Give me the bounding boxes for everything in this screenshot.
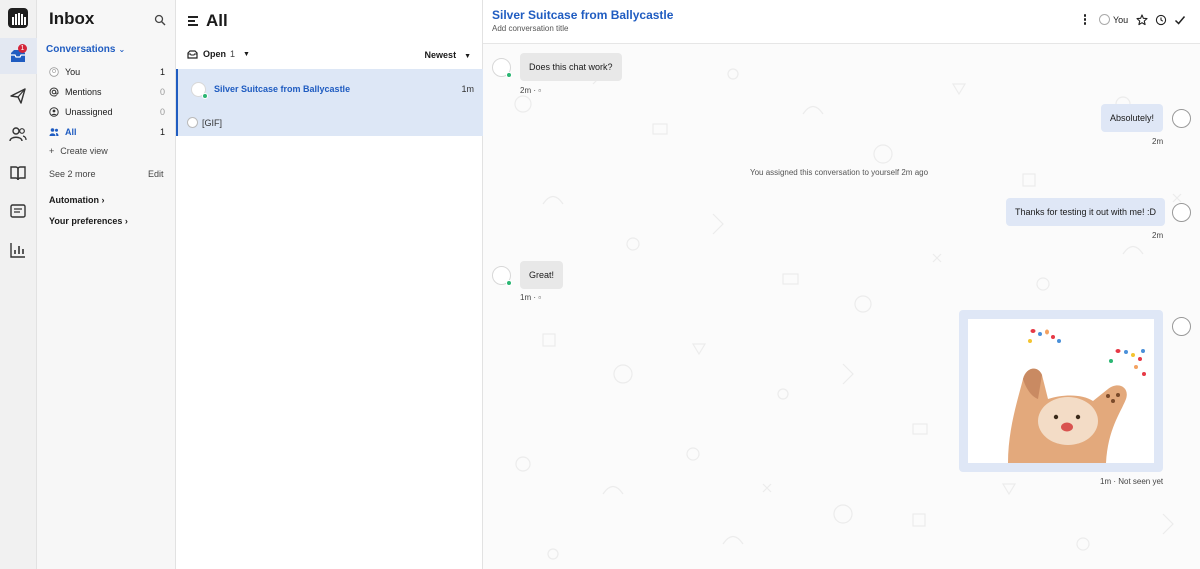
knowledge-icon[interactable] bbox=[9, 164, 27, 182]
conversations-section[interactable]: Conversations ⌄ bbox=[46, 44, 125, 55]
message-bubble: Great! bbox=[520, 261, 564, 289]
message-meta: 2m bbox=[1152, 231, 1164, 240]
avatar bbox=[1172, 203, 1191, 222]
inbox-nav: Inbox Conversations ⌄ You 1 Mentions 0 Un… bbox=[37, 0, 176, 569]
inbox-badge: 1 bbox=[18, 44, 27, 53]
check-icon[interactable] bbox=[1174, 14, 1186, 26]
nav-item-label: Mentions bbox=[65, 87, 102, 97]
nav-item-all[interactable]: All 1 bbox=[49, 124, 165, 140]
nav-item-label: You bbox=[65, 67, 81, 77]
message-bubble: Absolutely! bbox=[1101, 104, 1164, 132]
snooze-icon[interactable] bbox=[1155, 14, 1167, 26]
inbox-tray-icon bbox=[187, 49, 198, 59]
message-meta: 2m · ▫ bbox=[520, 86, 542, 95]
nav-item-unassigned[interactable]: Unassigned 0 bbox=[49, 104, 165, 120]
chevron-right-icon: › bbox=[124, 216, 128, 226]
avatar bbox=[1172, 317, 1191, 336]
conversation-title: Silver Suitcase from Ballycastle bbox=[492, 8, 674, 22]
menu-icon[interactable] bbox=[188, 16, 198, 26]
nav-item-you[interactable]: You 1 bbox=[49, 64, 165, 80]
seen-icon: ▫ bbox=[538, 86, 542, 95]
see-more-button[interactable]: See 2 more bbox=[49, 169, 96, 179]
cat-illustration bbox=[1008, 329, 1146, 463]
reports-icon[interactable] bbox=[9, 202, 27, 220]
caret-down-icon: ▼ bbox=[243, 50, 250, 58]
background-pattern bbox=[514, 63, 1182, 560]
avatar bbox=[1172, 109, 1191, 128]
automation-link[interactable]: Automation › bbox=[49, 195, 105, 205]
gif-message[interactable] bbox=[959, 310, 1163, 472]
assignee-button[interactable]: You bbox=[1099, 14, 1128, 25]
preferences-link[interactable]: Your preferences › bbox=[49, 216, 128, 226]
chevron-down-icon: ⌄ bbox=[118, 45, 126, 54]
plus-icon: + bbox=[49, 146, 55, 156]
conversation-time: 1m bbox=[461, 84, 474, 94]
nav-item-mentions[interactable]: Mentions 0 bbox=[49, 84, 165, 100]
contacts-icon[interactable] bbox=[9, 125, 27, 143]
star-icon[interactable] bbox=[1136, 14, 1148, 26]
online-indicator bbox=[202, 93, 208, 99]
system-event: You assigned this conversation to yourse… bbox=[750, 168, 929, 177]
nav-item-count: 0 bbox=[159, 87, 165, 97]
unassigned-icon bbox=[49, 107, 59, 117]
chevron-right-icon: › bbox=[101, 195, 105, 205]
team-icon bbox=[49, 128, 59, 136]
avatar-icon bbox=[49, 67, 59, 77]
status-filter[interactable]: Open 1 ▼ bbox=[187, 49, 250, 59]
nav-item-count: 1 bbox=[159, 127, 165, 137]
avatar bbox=[1099, 14, 1110, 25]
online-indicator bbox=[506, 280, 512, 286]
more-icon[interactable] bbox=[1082, 14, 1088, 28]
caret-down-icon: ▼ bbox=[464, 53, 471, 60]
message-meta: 1m · Not seen yet bbox=[1100, 477, 1164, 486]
conversation-list: All Open 1 ▼ Newest ▼ Silver Suitcase fro… bbox=[176, 0, 483, 569]
online-indicator bbox=[506, 72, 512, 78]
message-meta: 2m bbox=[1152, 137, 1164, 146]
message-bubble: Thanks for testing it out with me! :D bbox=[1006, 198, 1166, 226]
nav-item-label: Unassigned bbox=[65, 107, 113, 117]
nav-item-label: All bbox=[65, 127, 77, 137]
avatar bbox=[492, 266, 512, 286]
sort-dropdown[interactable]: Newest ▼ bbox=[425, 50, 471, 60]
message-bubble: Does this chat work? bbox=[520, 53, 622, 81]
outbound-icon[interactable] bbox=[9, 87, 27, 105]
conversation-preview: [GIF] bbox=[202, 118, 222, 128]
conversation-name: Silver Suitcase from Ballycastle bbox=[214, 84, 351, 94]
nav-item-count: 1 bbox=[159, 67, 165, 77]
conversation-panel: Silver Suitcase from Ballycastle Add con… bbox=[483, 0, 1200, 569]
list-title: All bbox=[206, 11, 228, 30]
avatar bbox=[492, 58, 512, 78]
message-meta: 1m · ▫ bbox=[520, 293, 542, 302]
logo-icon[interactable] bbox=[8, 8, 28, 28]
icon-rail: 1 bbox=[0, 0, 37, 569]
edit-button[interactable]: Edit bbox=[148, 169, 164, 179]
mention-icon bbox=[49, 87, 59, 97]
chart-icon[interactable] bbox=[9, 241, 27, 259]
add-title-link[interactable]: Add conversation title bbox=[492, 24, 569, 33]
nav-title: Inbox bbox=[49, 9, 95, 28]
gif-image[interactable] bbox=[968, 319, 1154, 463]
avatar bbox=[187, 117, 198, 128]
conversation-header: Silver Suitcase from Ballycastle Add con… bbox=[483, 0, 1200, 44]
nav-item-count: 0 bbox=[159, 107, 165, 117]
seen-icon: ▫ bbox=[538, 293, 542, 302]
conversation-item[interactable]: Silver Suitcase from Ballycastle 1m [GIF… bbox=[176, 69, 483, 136]
create-view-button[interactable]: + Create view bbox=[49, 146, 108, 156]
search-icon[interactable] bbox=[154, 14, 166, 26]
